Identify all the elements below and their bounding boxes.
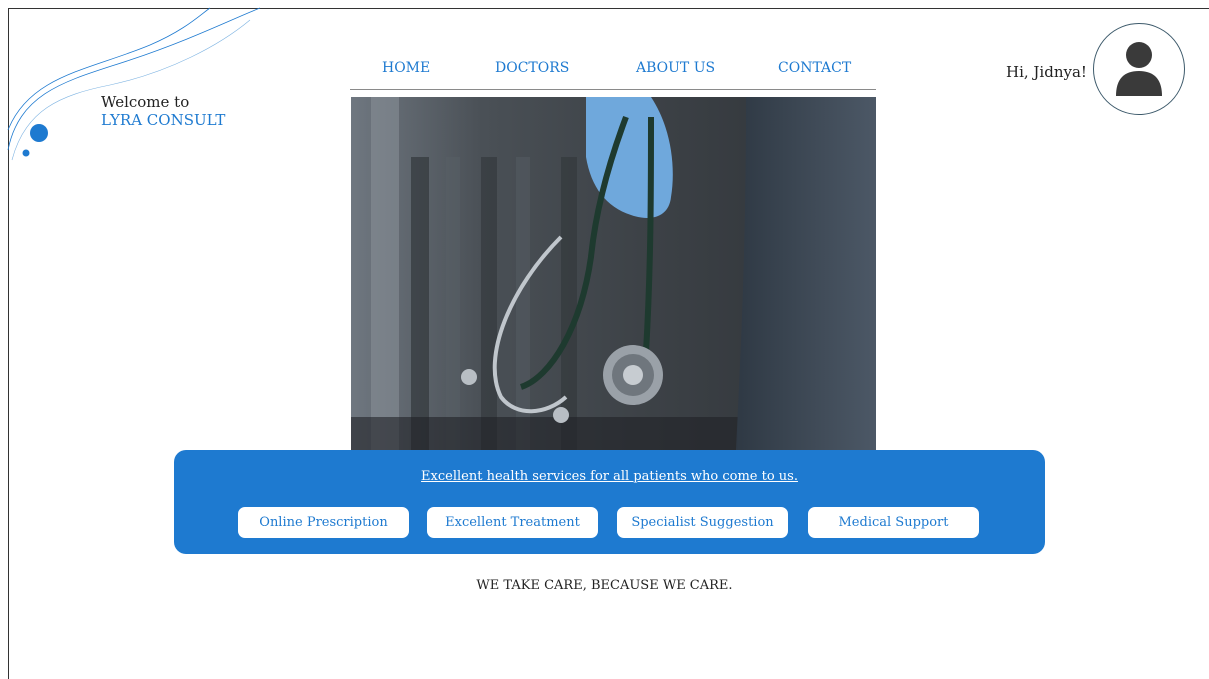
welcome-text: Welcome to [101, 93, 190, 111]
banner-tagline-link[interactable]: Excellent health services for all patien… [174, 469, 1045, 484]
main-nav: HOME DOCTORS ABOUT US CONTACT [350, 60, 876, 90]
medical-support-button[interactable]: Medical Support [808, 507, 979, 538]
stethoscope-illustration [351, 97, 876, 450]
excellent-treatment-button[interactable]: Excellent Treatment [427, 507, 598, 538]
hero-image [351, 97, 876, 450]
user-avatar[interactable] [1093, 23, 1185, 115]
nav-about-us[interactable]: ABOUT US [636, 60, 715, 76]
specialist-suggestion-button[interactable]: Specialist Suggestion [617, 507, 788, 538]
motto-text: WE TAKE CARE, BECAUSE WE CARE. [476, 578, 733, 593]
decorative-dot-small [22, 149, 30, 157]
services-banner: Excellent health services for all patien… [174, 450, 1045, 554]
brand-block: Welcome to LYRA CONSULT [101, 93, 225, 129]
user-avatar-icon [1116, 42, 1162, 96]
decorative-dot-large [30, 124, 48, 142]
decorative-swoosh [7, 7, 261, 161]
user-greeting: Hi, Jidnya! [1006, 63, 1087, 81]
brand-name: LYRA CONSULT [101, 111, 226, 129]
nav-home[interactable]: HOME [382, 60, 430, 76]
online-prescription-button[interactable]: Online Prescription [238, 507, 409, 538]
nav-contact[interactable]: CONTACT [778, 60, 851, 76]
nav-doctors[interactable]: DOCTORS [495, 60, 569, 76]
